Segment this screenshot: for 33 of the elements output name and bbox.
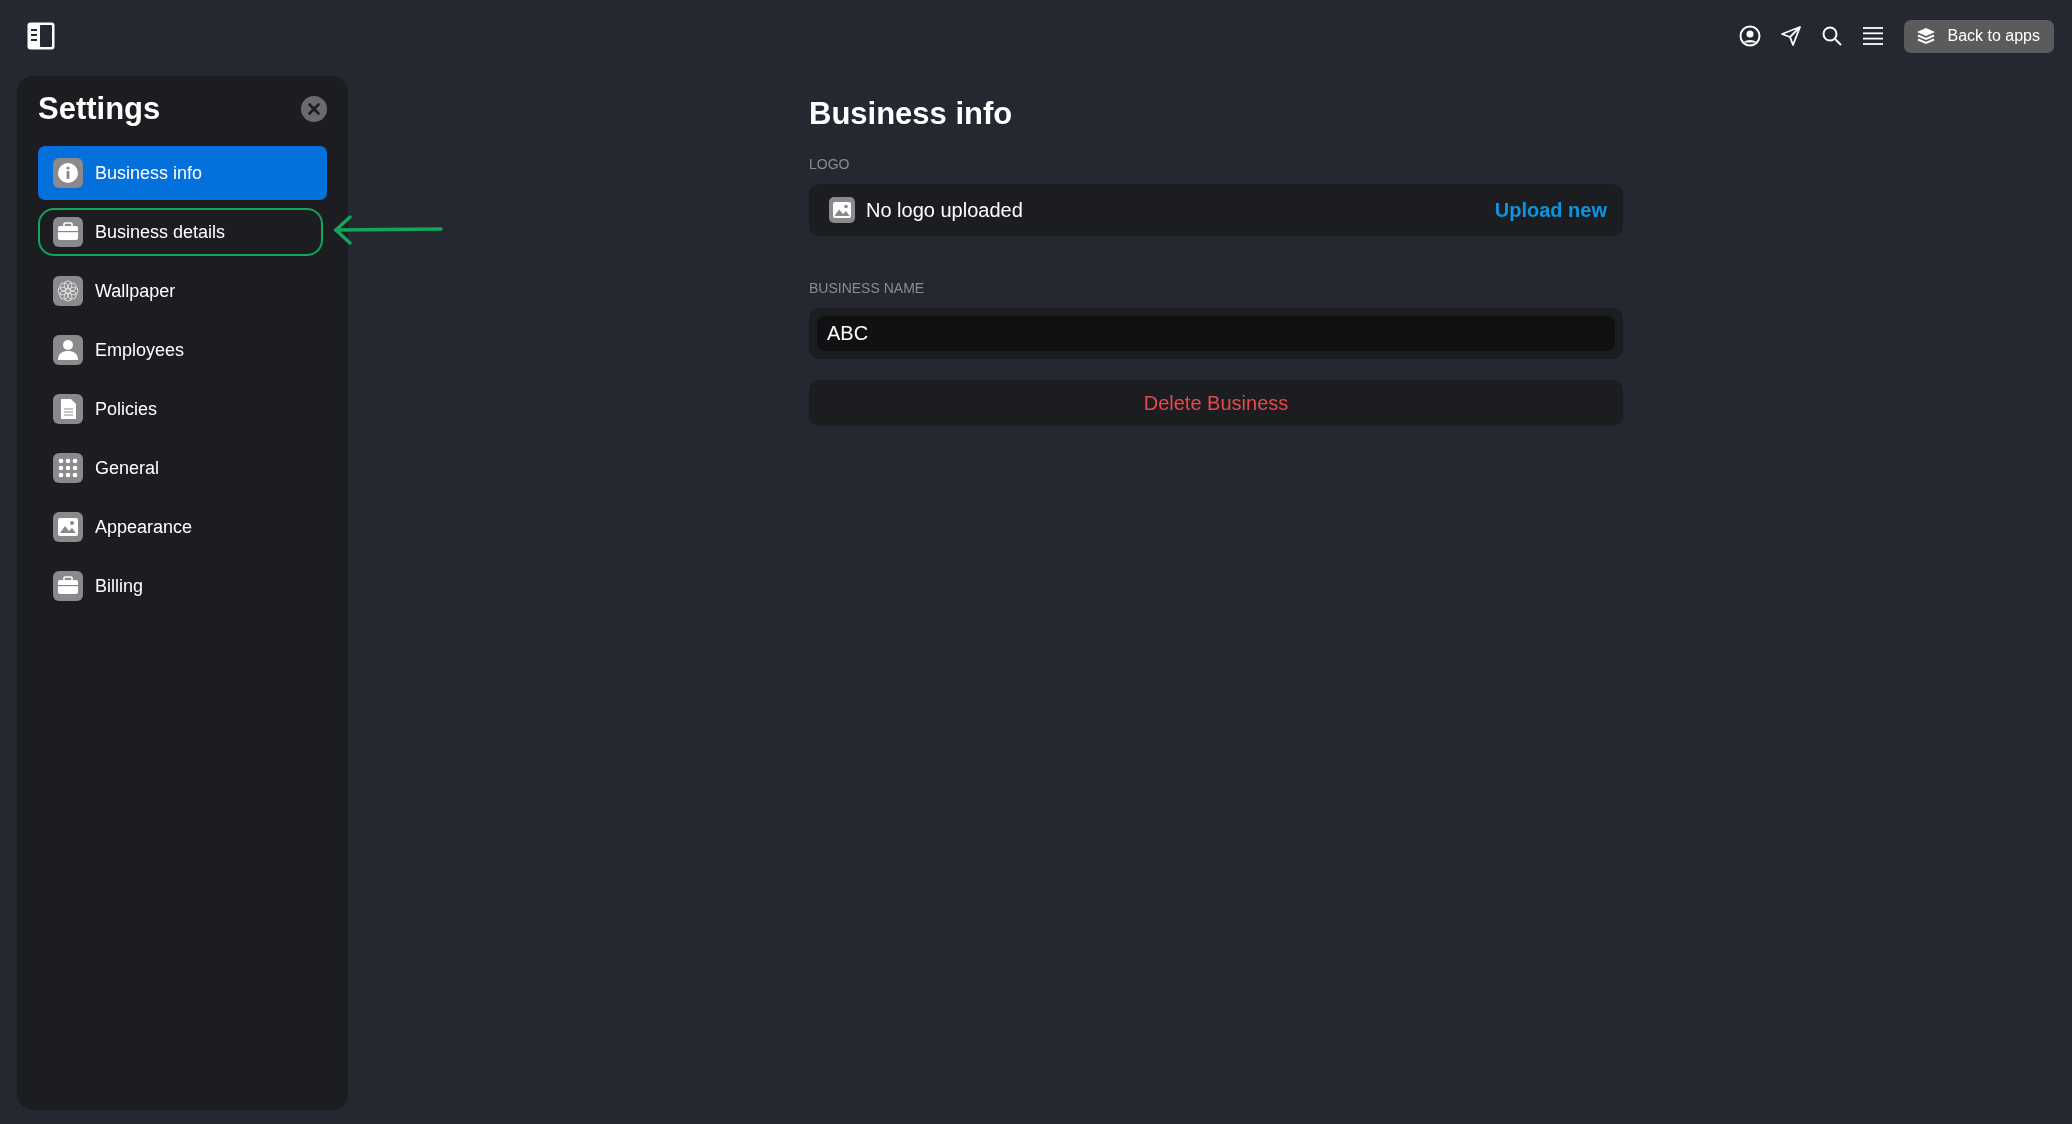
sidebar-item[interactable]: Wallpaper [38,264,327,318]
logo-status: No logo uploaded [866,198,1024,222]
page-title: Business info [809,95,1014,133]
delete-business-button[interactable]: Delete Business [809,380,1623,426]
person-icon [53,335,83,365]
sidebar-item[interactable]: Business details [38,208,323,256]
sidebar-toggle-icon[interactable] [26,21,56,51]
sidebar-item[interactable]: Billing [38,559,327,613]
layers-icon [1915,27,1936,45]
settings-title: Settings [38,91,161,127]
field-label: BUSINESS NAME [809,280,926,298]
image-icon [829,197,855,223]
sidebar-item[interactable]: Policies [38,382,327,436]
user-profile-icon[interactable] [1738,25,1761,47]
info-icon [53,158,83,188]
sidebar-item[interactable]: Employees [38,323,327,377]
send-icon[interactable] [1779,25,1802,47]
flower-icon [53,276,83,306]
back-to-apps-button[interactable]: Back to apps [1903,19,2054,53]
search-icon[interactable] [1820,25,1843,47]
briefcase-icon [53,217,83,247]
dots-grid-icon [53,453,83,483]
document-icon [53,394,83,424]
close-icon[interactable] [301,96,327,122]
business-name-field[interactable]: ABC [817,316,1615,351]
briefcase-icon [53,571,83,601]
menu-icon[interactable] [1861,26,1884,46]
image-icon [53,512,83,542]
sidebar-item[interactable]: Appearance [38,500,327,554]
sidebar-item[interactable]: General [38,441,327,495]
sidebar-item[interactable]: Business info [38,146,327,200]
field-label: LOGO [809,156,851,174]
upload-new-link[interactable]: Upload new [1494,198,1607,222]
